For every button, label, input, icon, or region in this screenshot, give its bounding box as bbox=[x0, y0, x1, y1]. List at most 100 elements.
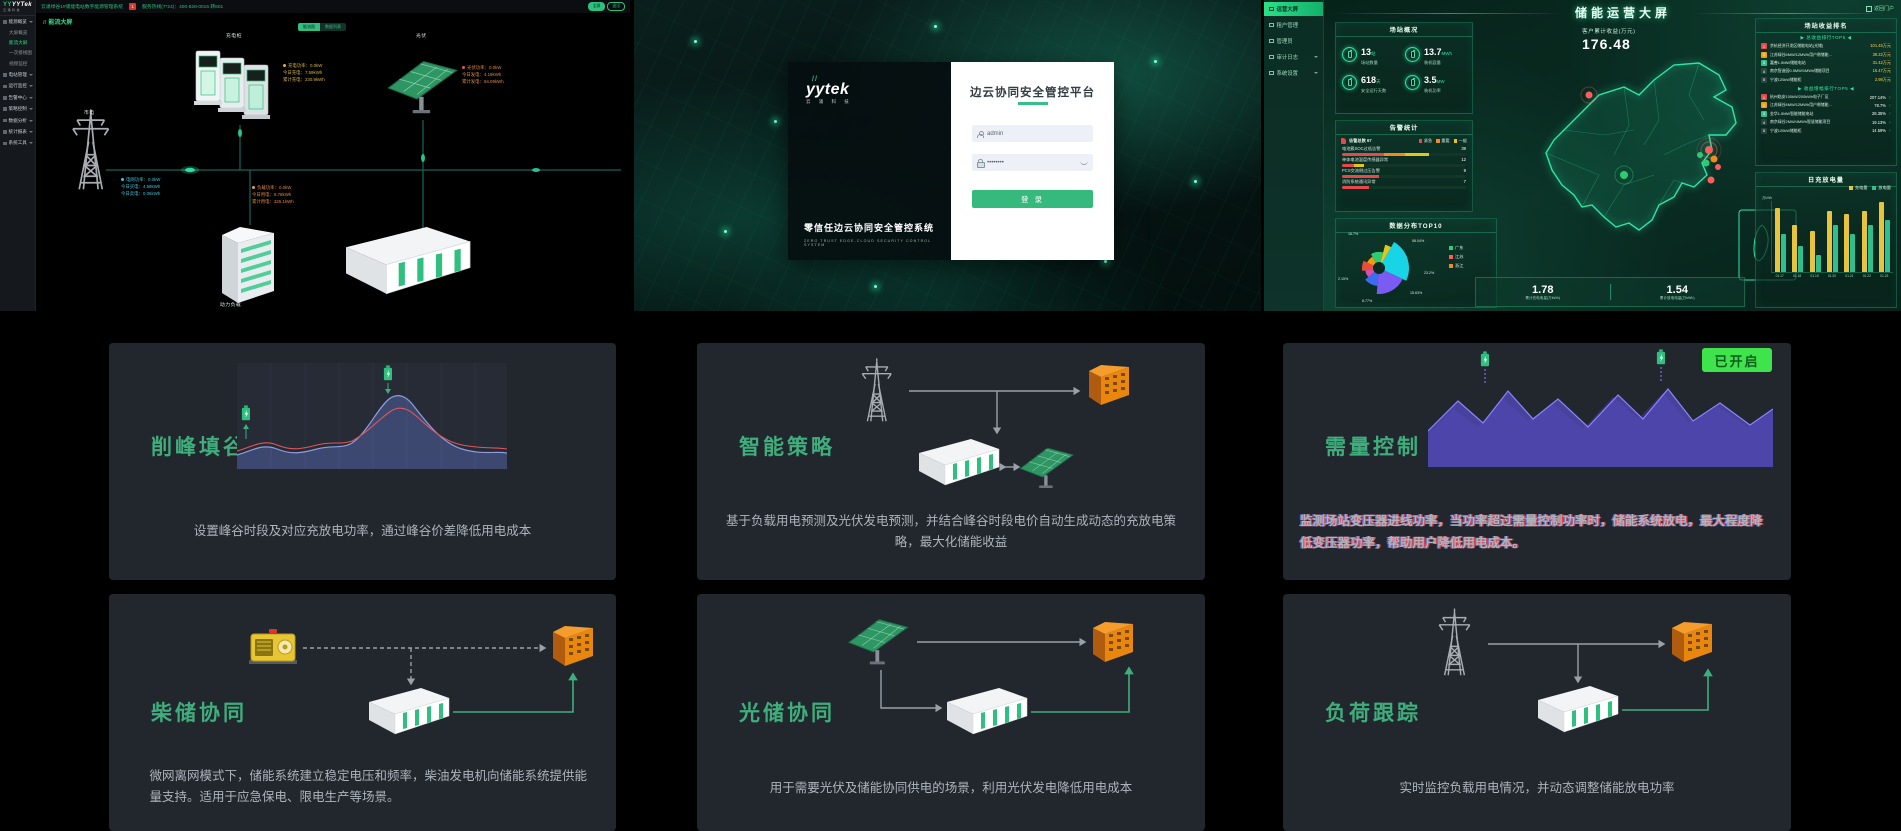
username-field[interactable]: admin bbox=[972, 125, 1093, 142]
daily-bars bbox=[1771, 201, 1893, 273]
sidebar-subitem[interactable]: 视频监控 bbox=[0, 59, 35, 69]
stat-ring-icon bbox=[1342, 47, 1357, 62]
sidebar-group[interactable]: 电站管理 bbox=[0, 70, 35, 80]
rose-label: 58.04% bbox=[1412, 239, 1424, 243]
alarm-bar bbox=[1342, 186, 1466, 189]
rose-legend: 广东江苏浙江 bbox=[1449, 245, 1463, 269]
dashboard-title: 储能运营大屏 bbox=[1575, 4, 1671, 21]
sidebar-groups: 电站管理运行监控告警中心策略控制数据分析统计报表系统工具 bbox=[0, 70, 35, 149]
sidebar-subitem[interactable]: 一次接线图 bbox=[0, 48, 35, 58]
menu-icon bbox=[1269, 39, 1274, 44]
y-axis-unit: 万kWh bbox=[1762, 195, 1772, 200]
building-graphic bbox=[222, 227, 274, 303]
menu-icon bbox=[3, 107, 7, 111]
stat-ring-icon bbox=[1405, 75, 1420, 90]
panel-alarm-stats: 告警统计 告警总数 67 紧急重要一般 电池簇SOC过低告警39 单体电池温度传… bbox=[1335, 120, 1473, 212]
dashboard-sidebar-item[interactable]: 审计日志 bbox=[1264, 50, 1323, 64]
node-label-load: 动力负载 bbox=[220, 301, 241, 308]
alarm-row: PCS交流侧过压告警9 bbox=[1336, 167, 1472, 178]
ranking-rows-revenue: 1余杭经济开发区储能电站(光储)101.45万元2江苏绿谷6MW/12MWh用户… bbox=[1756, 42, 1896, 84]
sidebar-group[interactable]: 运行监控 bbox=[0, 81, 35, 91]
card-desc: 基于负载用电预测及光伏发电预测，并结合峰谷时段电价自动生成动态的充放电策略，最大… bbox=[722, 511, 1179, 554]
monitor-system-title: 云涌绿谷1#储能电站数字能源管理系统 bbox=[41, 3, 123, 10]
card-title: 削峰填谷 bbox=[151, 431, 247, 461]
legend-item: 重要 bbox=[1436, 138, 1449, 144]
monitor-sidebar: YYYYTek 云涌科技 能源概览 大屏概览能流大屏一次接线图视频监控 电站管理… bbox=[0, 0, 36, 311]
menu-icon bbox=[1269, 55, 1274, 60]
legend-item: 广东 bbox=[1449, 245, 1463, 251]
alarm-header: 告警总数 67 紧急重要一般 bbox=[1336, 137, 1472, 145]
sidebar-subitem[interactable]: 能流大屏 bbox=[0, 38, 35, 48]
login-tagline-en: ZERO TRUST EDGE-CLOUD SECURITY CONTROL S… bbox=[804, 239, 951, 247]
sidebar-group[interactable]: 系统工具 bbox=[0, 138, 35, 148]
ranking-row: 2江苏绿谷6MW/12MWh用户侧储能…78.7%↑ bbox=[1756, 101, 1896, 109]
daily-legend: 充电量放电量 bbox=[1849, 185, 1891, 191]
ranking-section-2-title: ▶ 收益增幅排行TOP5 ◀ bbox=[1756, 86, 1896, 92]
panel-title: 场站收益排名 bbox=[1756, 21, 1896, 33]
strategy-diagram bbox=[847, 351, 1142, 509]
legend-item: 充电量 bbox=[1849, 185, 1868, 191]
menu-icon bbox=[3, 85, 7, 89]
solar-panel-graphic bbox=[388, 62, 456, 114]
user-icon bbox=[977, 131, 983, 137]
card-title: 光储协同 bbox=[739, 697, 835, 727]
password-value: •••••••• bbox=[987, 160, 1004, 166]
node-label-grid: 市电 bbox=[84, 109, 95, 116]
storage-container-graphic bbox=[346, 227, 470, 294]
lock-icon bbox=[977, 159, 983, 166]
monitor-logo: YYYYTek 云涌科技 bbox=[0, 0, 35, 16]
sidebar-group-energy-overview[interactable]: 能源概览 bbox=[0, 17, 35, 27]
password-visibility-icon[interactable] bbox=[1080, 161, 1088, 165]
chevron-down-icon bbox=[29, 131, 33, 133]
card-desc: 用于需要光伏及储能协同供电的场景，利用光伏发电降低用电成本 bbox=[722, 778, 1179, 799]
chevron-down-icon bbox=[29, 120, 33, 122]
dashboard-sidebar-item[interactable]: 租户管理 bbox=[1264, 18, 1323, 32]
kpi-total-charge: 1.78 累计充电电量(万kWh) bbox=[1476, 278, 1610, 306]
panel-title: 告警统计 bbox=[1336, 123, 1472, 135]
sidebar-group[interactable]: 策略控制 bbox=[0, 104, 35, 114]
sidebar-subitem[interactable]: 大屏概览 bbox=[0, 27, 35, 37]
card-pv-storage: 光储协同 用于需要光伏及储能协同供电的场景，利用光伏发电降低用电成本 bbox=[697, 594, 1205, 831]
alarm-legend: 紧急重要一般 bbox=[1419, 138, 1467, 144]
topbar-pill-exit[interactable]: 退出 bbox=[607, 2, 625, 11]
dashboard-sidebar-item[interactable]: 系统设置 bbox=[1264, 66, 1323, 80]
login-brand-panel: // yytek 云 涌 科 技 零信任边云协同安全管控系统 ZERO TRUS… bbox=[788, 62, 951, 260]
ranking-rows-growth: 1杭州临安100kW/200kWh电子厂区207.14%↑2江苏绿谷6MW/12… bbox=[1756, 93, 1896, 135]
transmission-tower-graphic bbox=[73, 109, 109, 189]
login-button[interactable]: 登 录 bbox=[972, 190, 1093, 208]
card-peak-shaving: 削峰填谷 设置峰谷时段及对应充放电功率，通过峰谷价差降低用电成本 bbox=[109, 343, 616, 580]
alarm-badge[interactable]: 1 bbox=[129, 3, 136, 10]
panel-site-overview: 场站概况 13站场站数量 13.7MWh装机容量 618天安全运行天数 3.5M… bbox=[1335, 22, 1473, 114]
card-desc: 监测场站变压器进线功率，当功率超过需量控制功率时，储能系统放电，最大程度降低变压… bbox=[1300, 511, 1768, 555]
rose-chart bbox=[1342, 230, 1416, 306]
node-label-pv: 光伏 bbox=[416, 32, 427, 39]
title-underline bbox=[1018, 102, 1048, 105]
stat-item: 3.5MW装机功率 bbox=[1405, 70, 1466, 94]
sidebar-group[interactable]: 告警中心 bbox=[0, 93, 35, 103]
chevron-down-icon bbox=[29, 74, 33, 76]
card-title: 负荷跟踪 bbox=[1325, 697, 1421, 727]
dashboard-sidebar-item[interactable]: 管理员 bbox=[1264, 34, 1323, 48]
daily-xlabels: 01.1701.1801.1901.2001.2101.2201.23 bbox=[1771, 274, 1893, 278]
card-desc: 微网离网模式下，储能系统建立稳定电压和频率，柴油发电机向储能系统提供能量支持。适… bbox=[150, 766, 596, 809]
logo-subtext: 云涌科技 bbox=[3, 8, 32, 12]
pv-stats: 光伏功率：0.0kW 今日发电：4.19kWh 累计发电：94.09kWh bbox=[462, 64, 504, 86]
password-field[interactable]: •••••••• bbox=[972, 154, 1093, 171]
screenshot-energy-monitor: 云涌绿谷1#储能电站数字能源管理系统 1 服务热线(7*24)：400-828-… bbox=[0, 0, 630, 311]
exit-portal-link[interactable]: 返回门户 bbox=[1866, 5, 1894, 12]
chevron-down-icon bbox=[29, 21, 33, 23]
card-title: 柴储协同 bbox=[151, 697, 247, 727]
dashboard-sidebar: 运营大屏租户管理管理员审计日志系统设置 bbox=[1264, 0, 1324, 311]
dashboard-sidebar-item[interactable]: 运营大屏 bbox=[1264, 2, 1323, 16]
topbar-pill-fullscreen[interactable]: 全屏 bbox=[588, 2, 606, 11]
charger-cabinets-graphic bbox=[194, 51, 270, 119]
y-axis-ticks bbox=[1760, 201, 1768, 273]
panel-site-ranking: 场站收益排名 ▶ 总收益排行TOP5 ◀ 1余杭经济开发区储能电站(光储)101… bbox=[1755, 18, 1897, 166]
chevron-down-icon bbox=[29, 97, 33, 99]
legend-item: 放电量 bbox=[1872, 185, 1891, 191]
sidebar-group[interactable]: 数据分析 bbox=[0, 115, 35, 125]
chevron-down-icon bbox=[29, 142, 33, 144]
sidebar-group[interactable]: 统计报表 bbox=[0, 127, 35, 137]
diesel-diagram bbox=[239, 612, 614, 757]
ranking-row: 4南京智造园0.5MW/1MWh储能项目16.47万元 bbox=[1756, 67, 1896, 75]
